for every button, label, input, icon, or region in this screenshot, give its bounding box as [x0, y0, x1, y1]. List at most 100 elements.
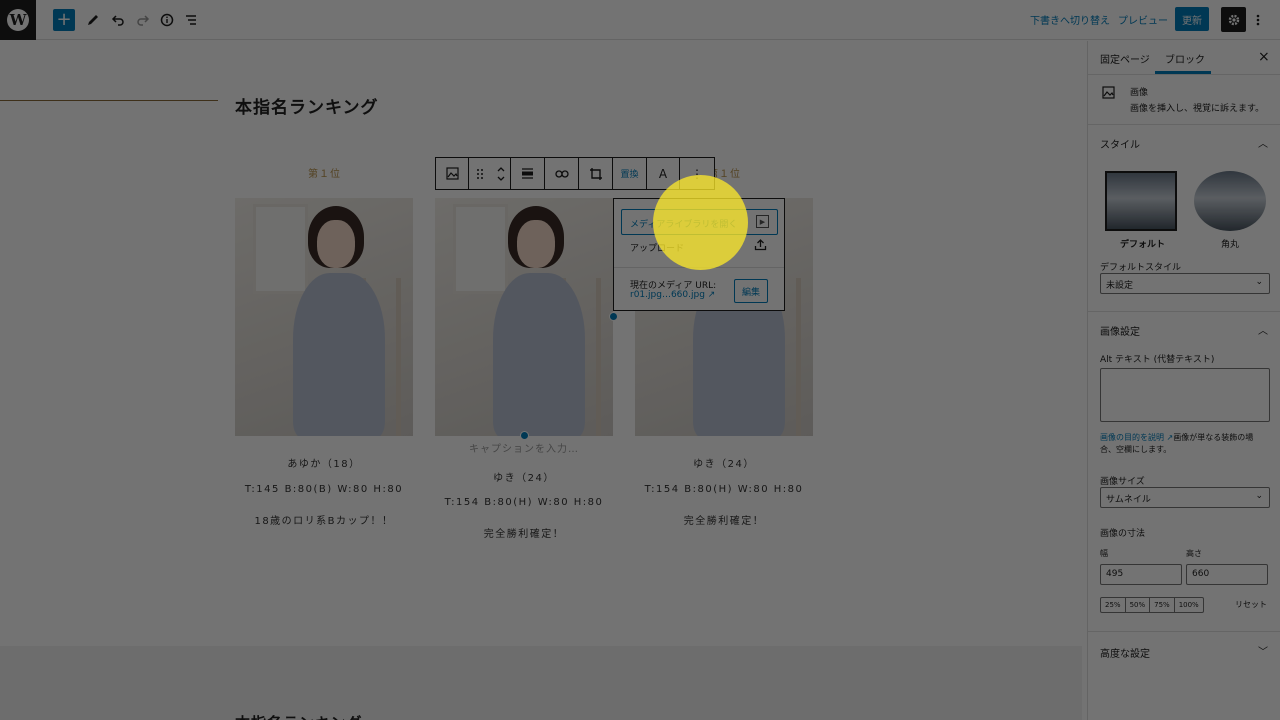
heading-separator-line: [0, 100, 218, 101]
divider: [1088, 124, 1280, 125]
style-rounded-label: 角丸: [1221, 240, 1240, 250]
link-icon[interactable]: [545, 158, 579, 189]
scale-25-button[interactable]: 25%: [1101, 598, 1126, 612]
chevron-up-icon[interactable]: ︿: [1258, 322, 1268, 337]
current-media-url-link[interactable]: r01.jpg…660.jpg ↗: [630, 290, 715, 300]
media-library-icon: ▶: [756, 215, 769, 228]
wordpress-logo[interactable]: W: [0, 0, 36, 40]
caption-input[interactable]: キャプションを入力…: [435, 440, 613, 455]
height-input[interactable]: 660: [1186, 564, 1268, 585]
style-panel-heading[interactable]: スタイル: [1100, 136, 1140, 151]
alt-text-field[interactable]: [1100, 368, 1270, 422]
alt-help-line-1: 画像の目的を説明 ↗画像が単なる装飾の場: [1100, 432, 1253, 443]
open-media-library-label: メディアライブラリを開く: [630, 220, 738, 230]
open-media-library-button[interactable]: メディアライブラリを開く ▶: [621, 209, 778, 235]
text-overlay-button[interactable]: A: [647, 158, 680, 189]
divider: [1088, 631, 1280, 632]
photo-body-shape: [493, 273, 585, 436]
wordpress-logo-icon: W: [7, 9, 29, 31]
chevron-down-icon: ⌄: [1255, 491, 1263, 501]
scale-50-button[interactable]: 50%: [1126, 598, 1151, 612]
gear-icon[interactable]: [1221, 7, 1246, 32]
edit-icon[interactable]: [84, 8, 102, 32]
style-default-preview[interactable]: [1105, 171, 1177, 231]
tab-page[interactable]: 固定ページ: [1100, 51, 1150, 66]
chevron-down-icon: ⌄: [1255, 277, 1263, 287]
redo-icon[interactable]: [134, 8, 152, 32]
upload-menu-item[interactable]: アップロード: [630, 241, 684, 254]
alt-help-text-1: 画像が単なる装飾の場: [1173, 433, 1254, 442]
move-up-down-icon[interactable]: [491, 158, 511, 189]
resize-handle-bottom[interactable]: [520, 431, 529, 440]
scale-75-button[interactable]: 75%: [1150, 598, 1175, 612]
menu-divider: [614, 267, 784, 268]
next-section-block: [0, 646, 1082, 720]
card-1-comment[interactable]: 18歳のロリ系Bカップ！！: [235, 512, 413, 527]
update-button[interactable]: 更新: [1175, 7, 1209, 31]
photo-window-shape: [453, 204, 508, 294]
default-style-value: 未設定: [1106, 281, 1134, 291]
preview-link[interactable]: プレビュー: [1118, 12, 1168, 27]
reset-button[interactable]: リセット: [1235, 599, 1267, 610]
tab-block[interactable]: ブロック: [1165, 51, 1205, 66]
default-style-select[interactable]: 未設定 ⌄: [1100, 273, 1270, 294]
close-icon[interactable]: ×: [1258, 49, 1270, 65]
replace-button[interactable]: 置換: [613, 158, 647, 189]
card-2-name[interactable]: ゆき（24）: [435, 469, 613, 484]
photo-face-shape: [317, 220, 355, 268]
image-settings-heading[interactable]: 画像設定: [1100, 323, 1140, 338]
drag-handle-icon[interactable]: [469, 158, 491, 189]
page-heading[interactable]: 本指名ランキング: [235, 93, 379, 118]
add-block-button[interactable]: +: [53, 9, 75, 31]
settings-sidebar: 固定ページ ブロック × 画像 画像を挿入し、視覚に訴えます。 スタイル ︿ デ…: [1087, 41, 1280, 720]
info-icon[interactable]: [158, 8, 176, 32]
card-2-comment[interactable]: 完全勝利確定！: [435, 525, 613, 540]
profile-image-1[interactable]: [235, 198, 413, 436]
block-options-button[interactable]: ⋮: [680, 158, 714, 189]
scale-100-button[interactable]: 100%: [1175, 598, 1203, 612]
width-input[interactable]: 495: [1100, 564, 1182, 585]
editor-top-bar: W + 下書きへ切り替え プレビュー 更新: [0, 0, 1280, 40]
card-1-name[interactable]: あゆか（18）: [235, 455, 413, 470]
resize-handle-right[interactable]: [609, 312, 618, 321]
divider: [1088, 311, 1280, 312]
card-2-stats[interactable]: T:154 B:80(H) W:80 H:80: [435, 497, 613, 508]
image-dimensions-label: 画像の寸法: [1100, 529, 1146, 539]
card-3-name[interactable]: ゆき（24）: [635, 455, 813, 470]
profile-image-2-selected[interactable]: [435, 198, 613, 436]
photo-face-shape: [517, 220, 555, 268]
undo-icon[interactable]: [109, 8, 127, 32]
edit-url-button[interactable]: 編集: [734, 279, 768, 303]
switch-to-draft-link[interactable]: 下書きへ切り替え: [1030, 12, 1110, 27]
image-block-icon: [1102, 86, 1115, 102]
card-1-stats[interactable]: T:145 B:80(B) W:80 H:80: [235, 484, 413, 495]
card-3-stats[interactable]: T:154 B:80(H) W:80 H:80: [635, 484, 813, 495]
card-3-comment[interactable]: 完全勝利確定！: [635, 512, 813, 527]
align-icon[interactable]: [511, 158, 545, 189]
alt-text-label: Alt テキスト (代替テキスト): [1100, 355, 1215, 365]
style-rounded-preview[interactable]: [1194, 171, 1266, 231]
chevron-down-icon[interactable]: ﹀: [1258, 643, 1268, 658]
advanced-settings-heading[interactable]: 高度な設定: [1100, 645, 1150, 660]
list-view-icon[interactable]: [182, 8, 200, 32]
photo-body-shape: [293, 273, 385, 436]
block-name: 画像: [1130, 88, 1149, 98]
crop-icon[interactable]: [579, 158, 613, 189]
chevron-up-icon[interactable]: ︿: [1258, 135, 1268, 150]
scale-button-group: 25% 50% 75% 100%: [1100, 597, 1204, 613]
external-link-icon: ↗: [1164, 433, 1174, 442]
alt-help-link[interactable]: 画像の目的を説明: [1100, 433, 1164, 442]
image-size-value: サムネイル: [1106, 495, 1151, 505]
width-label: 幅: [1100, 549, 1108, 558]
more-icon[interactable]: [1252, 8, 1264, 32]
height-label: 高さ: [1186, 549, 1202, 558]
block-toolbar: 置換 A ⋮: [435, 157, 715, 190]
image-size-select[interactable]: サムネイル ⌄: [1100, 487, 1270, 508]
default-style-label: デフォルトスタイル: [1100, 263, 1182, 273]
image-size-label: 画像サイズ: [1100, 477, 1145, 487]
replace-dropdown-menu: メディアライブラリを開く ▶ アップロード 現在のメディア URL: r01.j…: [613, 198, 785, 311]
rank-label-1[interactable]: 第１位: [308, 165, 341, 180]
next-section-heading[interactable]: 本指名ランキング: [235, 712, 363, 720]
image-block-icon[interactable]: [436, 158, 469, 189]
upload-icon[interactable]: [754, 238, 767, 254]
